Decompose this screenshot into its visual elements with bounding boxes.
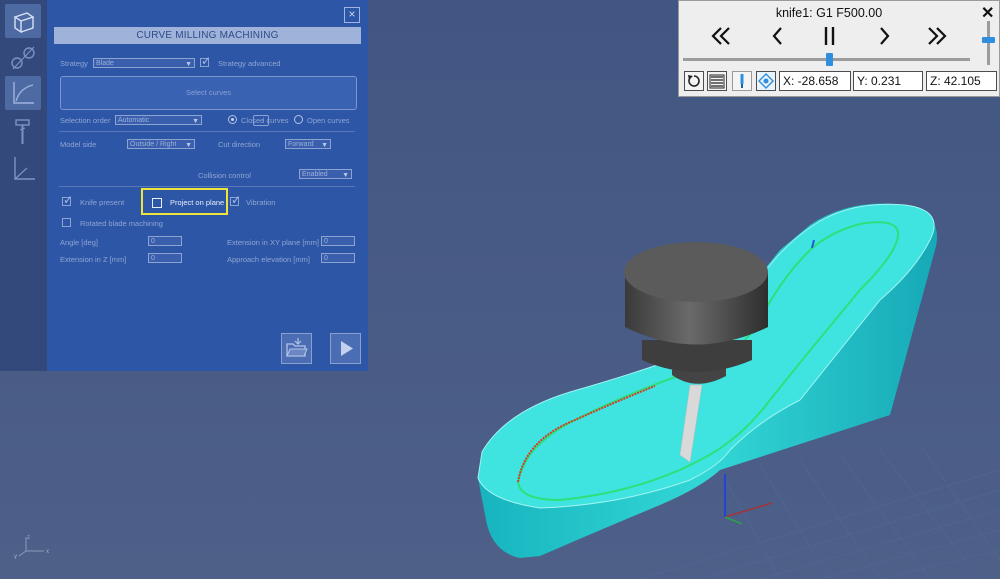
angle-label: Angle [deg] [60,238,98,247]
chevron-down-icon: ▼ [185,142,192,149]
separator [59,186,355,187]
curve-milling-tool[interactable] [5,76,41,110]
knife-icon [740,74,744,88]
vibration-label: Vibration [246,198,276,207]
strategy-select[interactable]: Blade ▼ [93,58,195,68]
load-file-button[interactable] [281,333,312,364]
cut-direction-select[interactable]: Forward ▼ [285,139,331,149]
closed-curves-label: Closed curves [241,116,289,125]
approach-elevation-input[interactable]: 0 [321,253,355,263]
stock-box-tool[interactable] [5,4,41,38]
timeline-handle[interactable] [825,53,833,66]
eye-diamond-icon [758,73,774,89]
strategy-advanced-checkbox[interactable] [200,54,211,68]
project-on-plane-highlight: Project on plane [141,188,228,215]
tool-visibility-button[interactable] [732,71,752,91]
axes-icon [14,157,35,180]
strategy-label: Strategy [60,59,88,68]
x-coordinate-readout: X: -28.658 [779,71,851,91]
wireframe-icon [11,46,35,70]
chevron-down-icon: ▼ [342,172,349,179]
rotate-ccw-icon [688,75,700,87]
pause-icon [824,27,835,45]
chevron-down-icon: ▼ [321,142,328,149]
player-title: knife1: G1 F500.00 [775,6,883,20]
collision-control-select[interactable]: Enabled ▼ [299,169,352,179]
collision-control-value: Enabled [302,171,328,178]
open-folder-icon [286,338,308,357]
selection-order-value: Automatic [118,117,150,124]
closed-curves-radio[interactable] [228,115,237,124]
separator [59,131,355,132]
extension-z-label: Extension in Z [mm] [60,255,127,264]
fast-forward-button[interactable] [923,23,951,49]
knife-present-label: Knife present [80,198,125,207]
drilling-tool[interactable] [5,115,41,149]
rotated-blade-checkbox[interactable] [62,218,71,227]
dialog-title: CURVE MILLING MACHINING [54,27,361,44]
chevron-right-icon [880,27,890,45]
play-icon [341,341,353,356]
speed-slider[interactable] [987,21,990,65]
wireframe-tool[interactable] [5,41,41,75]
axis-y-label: y [14,554,17,559]
extension-xy-input[interactable]: 0 [321,236,355,246]
chevron-left-icon [772,27,782,45]
double-chevron-left-icon [711,27,730,45]
z-coordinate-readout: Z: 42.105 [926,71,997,91]
axis-triad-icon: z x y [14,535,49,559]
strategy-advanced-label: Strategy advanced [218,59,281,68]
approach-elevation-label: Approach elevation [mm] [227,255,310,264]
knife-present-checkbox[interactable] [62,193,73,207]
simulation-player: knife1: G1 F500.00 ✕ X: -28.658 Y: 0.231… [678,0,1000,97]
pause-button[interactable] [816,23,844,49]
angle-input[interactable]: 0 [148,236,182,246]
selection-order-select[interactable]: Automatic ▼ [115,115,202,125]
rotated-blade-label: Rotated blade machining [80,219,163,228]
run-button[interactable] [330,333,361,364]
step-forward-button[interactable] [870,23,898,49]
double-chevron-right-icon [928,27,947,45]
select-curves-button[interactable]: Select curves [60,76,357,110]
workpiece-visibility-button[interactable] [756,71,776,91]
axes-tool[interactable] [5,152,41,186]
axis-x-label: x [46,549,49,555]
model-side-label: Model side [60,140,97,149]
chevron-down-icon: ▼ [192,118,199,125]
dialog-close-button[interactable]: × [344,7,360,23]
strategy-value: Blade [96,60,114,67]
collision-control-label: Collision control [198,171,251,180]
cut-direction-label: Cut direction [218,140,261,149]
layers-icon [709,74,725,89]
curve-milling-dialog: × CURVE MILLING MACHINING Strategy Blade… [47,0,368,371]
model-side-select[interactable]: Outside / Right ▼ [127,139,195,149]
box-icon [13,12,35,34]
step-back-button[interactable] [764,23,792,49]
vibration-checkbox[interactable] [230,193,241,207]
speed-handle[interactable] [982,36,995,43]
selection-order-label: Selection order [60,116,111,125]
extension-z-input[interactable]: 0 [148,253,182,263]
drill-bit-icon [15,119,30,144]
rewind-button[interactable] [707,23,735,49]
layers-button[interactable] [707,71,727,91]
project-on-plane-checkbox[interactable] [152,198,162,208]
curve-chart-icon [13,82,34,104]
extension-xy-label: Extension in XY plane [mm] [227,238,319,247]
project-on-plane-label: Project on plane [170,198,225,207]
y-coordinate-readout: Y: 0.231 [853,71,923,91]
axis-z-label: z [27,535,30,541]
reset-button[interactable] [684,71,704,91]
tool-strip [0,0,47,371]
model-side-value: Outside / Right [130,141,177,148]
cut-direction-value: Forward [288,141,314,148]
player-close-button[interactable]: ✕ [981,3,994,23]
open-curves-label: Open curves [307,116,350,125]
chevron-down-icon: ▼ [185,61,192,68]
open-curves-radio[interactable] [294,115,303,124]
